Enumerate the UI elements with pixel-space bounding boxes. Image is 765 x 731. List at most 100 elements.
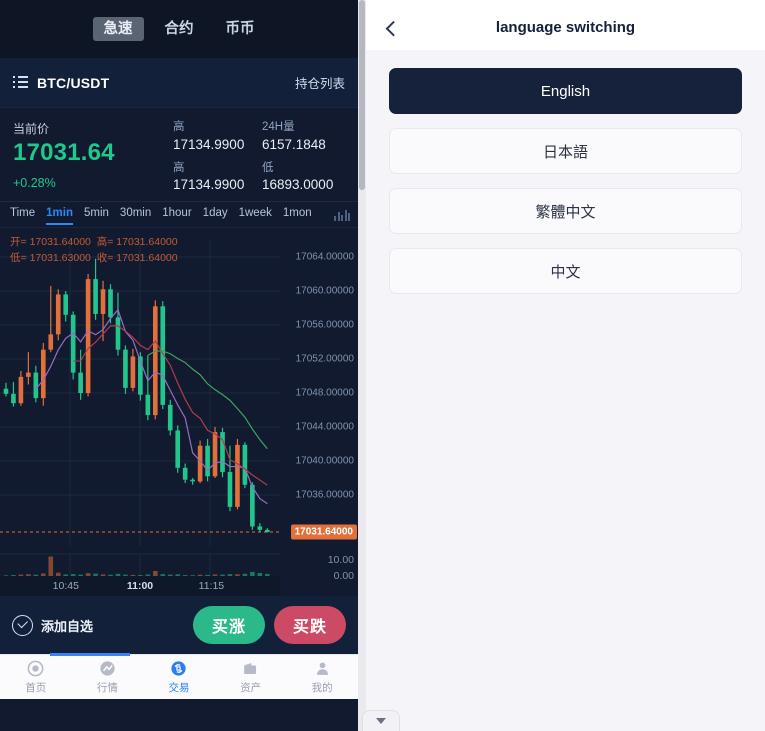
buy-down-button[interactable]: 买跌 bbox=[274, 606, 346, 644]
buy-up-button[interactable]: 买涨 bbox=[193, 606, 265, 644]
language-option-2[interactable]: 繁體中文 bbox=[389, 188, 742, 234]
price-axis-tick: 17060.00000 bbox=[295, 285, 354, 297]
price-stat-key: 高 bbox=[173, 121, 185, 133]
list-icon[interactable] bbox=[13, 76, 28, 89]
period-tab-1hour[interactable]: 1hour bbox=[162, 207, 191, 223]
volume-axis-tick: 0.00 bbox=[333, 570, 354, 582]
bar-chart-icon[interactable] bbox=[334, 209, 350, 221]
nav-item-label: 交易 bbox=[168, 682, 190, 694]
positions-list-link[interactable]: 持仓列表 bbox=[295, 73, 345, 92]
chevron-down-icon bbox=[376, 718, 386, 724]
ohlc-high-value: 17031.64000 bbox=[116, 236, 178, 248]
price-axis-tick: 17064.00000 bbox=[295, 251, 354, 263]
top-tab-0[interactable]: 急速 bbox=[92, 16, 144, 42]
price-stat-column-1: 24H量 6157.1848 低 16893.0000 bbox=[262, 120, 345, 192]
price-axis-tick: 17052.00000 bbox=[295, 353, 354, 365]
price-stat-key: 高 bbox=[173, 161, 185, 174]
add-favorite-label: 添加自选 bbox=[41, 618, 94, 634]
current-price-value: 17031.64 bbox=[13, 139, 115, 166]
market-trend-icon bbox=[100, 661, 115, 676]
price-stat-value: 17134.9900 bbox=[173, 177, 245, 193]
language-option-0[interactable]: English bbox=[389, 68, 742, 114]
ohlc-close-label: 收= bbox=[96, 252, 114, 265]
time-axis-tick: 11:00 bbox=[126, 580, 154, 592]
price-stat: 高 17134.9900 bbox=[173, 120, 256, 154]
nav-item-label: 行情 bbox=[96, 682, 118, 694]
language-option-3[interactable]: 中文 bbox=[389, 248, 742, 294]
price-stat-column-0: 高 17134.9900 高 17134.9900 bbox=[173, 120, 256, 192]
language-option-1[interactable]: 日本語 bbox=[389, 128, 742, 174]
symbol-row: BTC/USDT 持仓列表 bbox=[0, 58, 358, 108]
price-panel: 当前价 17031.64 +0.28% 高 17134.9900 高 17134.99… bbox=[0, 108, 358, 202]
price-stat: 高 17134.9900 bbox=[173, 161, 256, 195]
dropdown-toggle-widget[interactable] bbox=[362, 710, 400, 731]
nav-item-label: 我的 bbox=[311, 682, 333, 694]
ohlc-high-label: 高= bbox=[96, 236, 114, 248]
price-stat-value: 17134.9900 bbox=[173, 136, 245, 152]
time-axis: 10:45 11:00 11:15 bbox=[0, 576, 280, 596]
nav-item-home[interactable]: 首页 bbox=[0, 659, 72, 695]
period-tab-1mon[interactable]: 1mon bbox=[283, 207, 312, 223]
period-tab-1week[interactable]: 1week bbox=[239, 207, 272, 223]
wallet-icon bbox=[244, 662, 257, 675]
time-axis-tick: 10:45 bbox=[52, 580, 79, 592]
ohlc-close-value: 17031.64000 bbox=[116, 252, 178, 265]
price-axis-tick: 17048.00000 bbox=[295, 387, 354, 399]
language-option-list: English 日本語繁體中文中文 bbox=[366, 50, 765, 294]
top-tab-2[interactable]: 币币 bbox=[215, 17, 266, 42]
scrollbar-thumb[interactable] bbox=[359, 0, 365, 190]
last-price-marker: 17031.64000 bbox=[290, 524, 357, 540]
price-change-percent: +0.28% bbox=[13, 175, 56, 190]
trade-icon bbox=[171, 661, 187, 676]
period-tab-1min[interactable]: 1min bbox=[46, 207, 73, 225]
ohlc-legend: 开= 17031.64000 高= 17031.64000 低= 17031.6… bbox=[10, 234, 178, 267]
time-axis-tick: 11:15 bbox=[198, 580, 225, 592]
ohlc-open-label: 开= bbox=[10, 236, 27, 248]
price-chart[interactable]: 开= 17031.64000 高= 17031.64000 低= 17031.6… bbox=[0, 228, 358, 596]
nav-item-person[interactable]: 我的 bbox=[286, 659, 358, 695]
price-axis-tick: 17040.00000 bbox=[295, 455, 354, 467]
language-panel-header: language switching bbox=[366, 4, 765, 50]
price-axis-tick: 17044.00000 bbox=[295, 421, 354, 433]
price-stat-value: 16893.0000 bbox=[262, 177, 334, 193]
action-bar: 添加自选 买涨 买跌 bbox=[0, 596, 358, 654]
panel-scrollbar[interactable] bbox=[358, 0, 366, 731]
current-price-block: 当前价 17031.64 +0.28% bbox=[13, 120, 173, 190]
nav-item-label: 资产 bbox=[240, 682, 262, 694]
home-icon bbox=[27, 660, 44, 677]
price-axis-tick: 17056.00000 bbox=[295, 319, 354, 331]
price-stat-value: 6157.1848 bbox=[262, 136, 326, 152]
period-tab-1day[interactable]: 1day bbox=[203, 207, 228, 223]
ohlc-low-value: 17031.63000 bbox=[29, 252, 91, 265]
page-title: language switching bbox=[495, 18, 636, 36]
trade-buttons: 买涨 买跌 bbox=[193, 606, 346, 644]
symbol-pair[interactable]: BTC/USDT bbox=[37, 75, 109, 91]
top-tab-1[interactable]: 合约 bbox=[154, 17, 205, 42]
price-stat: 低 16893.0000 bbox=[262, 161, 345, 195]
check-circle-icon bbox=[12, 614, 33, 636]
price-axis-tick: 17036.00000 bbox=[295, 489, 354, 501]
period-tab-5min[interactable]: 5min bbox=[84, 207, 109, 223]
nav-item-market-trend[interactable]: 行情 bbox=[72, 659, 144, 695]
add-favorite-button[interactable]: 添加自选 bbox=[12, 614, 94, 636]
volume-axis-tick: 10.00 bbox=[327, 554, 354, 567]
period-tab-30min[interactable]: 30min bbox=[120, 207, 151, 223]
language-switch-panel: language switching English 日本語繁體中文中文 bbox=[366, 0, 765, 731]
ohlc-low-label: 低= bbox=[10, 252, 27, 265]
price-stat-key: 低 bbox=[262, 161, 274, 174]
price-axis: 17064.00000 17060.00000 17056.00000 17052.0… bbox=[280, 228, 358, 546]
nav-item-label: 首页 bbox=[25, 682, 47, 694]
period-tab-time[interactable]: Time bbox=[10, 207, 35, 223]
price-stat-key: 24H量 bbox=[262, 121, 295, 133]
trading-app-panel: 急速 合约 币币 BTC/USDT 持仓列表 当前价 17031.64 +0.28%… bbox=[0, 0, 366, 731]
price-stat: 24H量 6157.1848 bbox=[262, 120, 345, 154]
top-tab-bar: 急速 合约 币币 bbox=[0, 0, 358, 58]
nav-item-wallet[interactable]: 资产 bbox=[215, 659, 287, 695]
nav-item-trade[interactable]: 交易 bbox=[143, 659, 215, 695]
person-icon bbox=[316, 662, 328, 675]
ohlc-open-value: 17031.64000 bbox=[29, 236, 91, 248]
price-stats: 高 17134.9900 高 17134.9900 24H量 6157.1848 低 1689… bbox=[173, 120, 345, 192]
period-tab-bar: Time 1min 5min 30min 1hour 1day 1week 1mon bbox=[0, 202, 358, 228]
current-price-label: 当前价 bbox=[13, 122, 50, 136]
bottom-nav-bar: 首页 行情 交易 资产 我的 bbox=[0, 653, 358, 699]
